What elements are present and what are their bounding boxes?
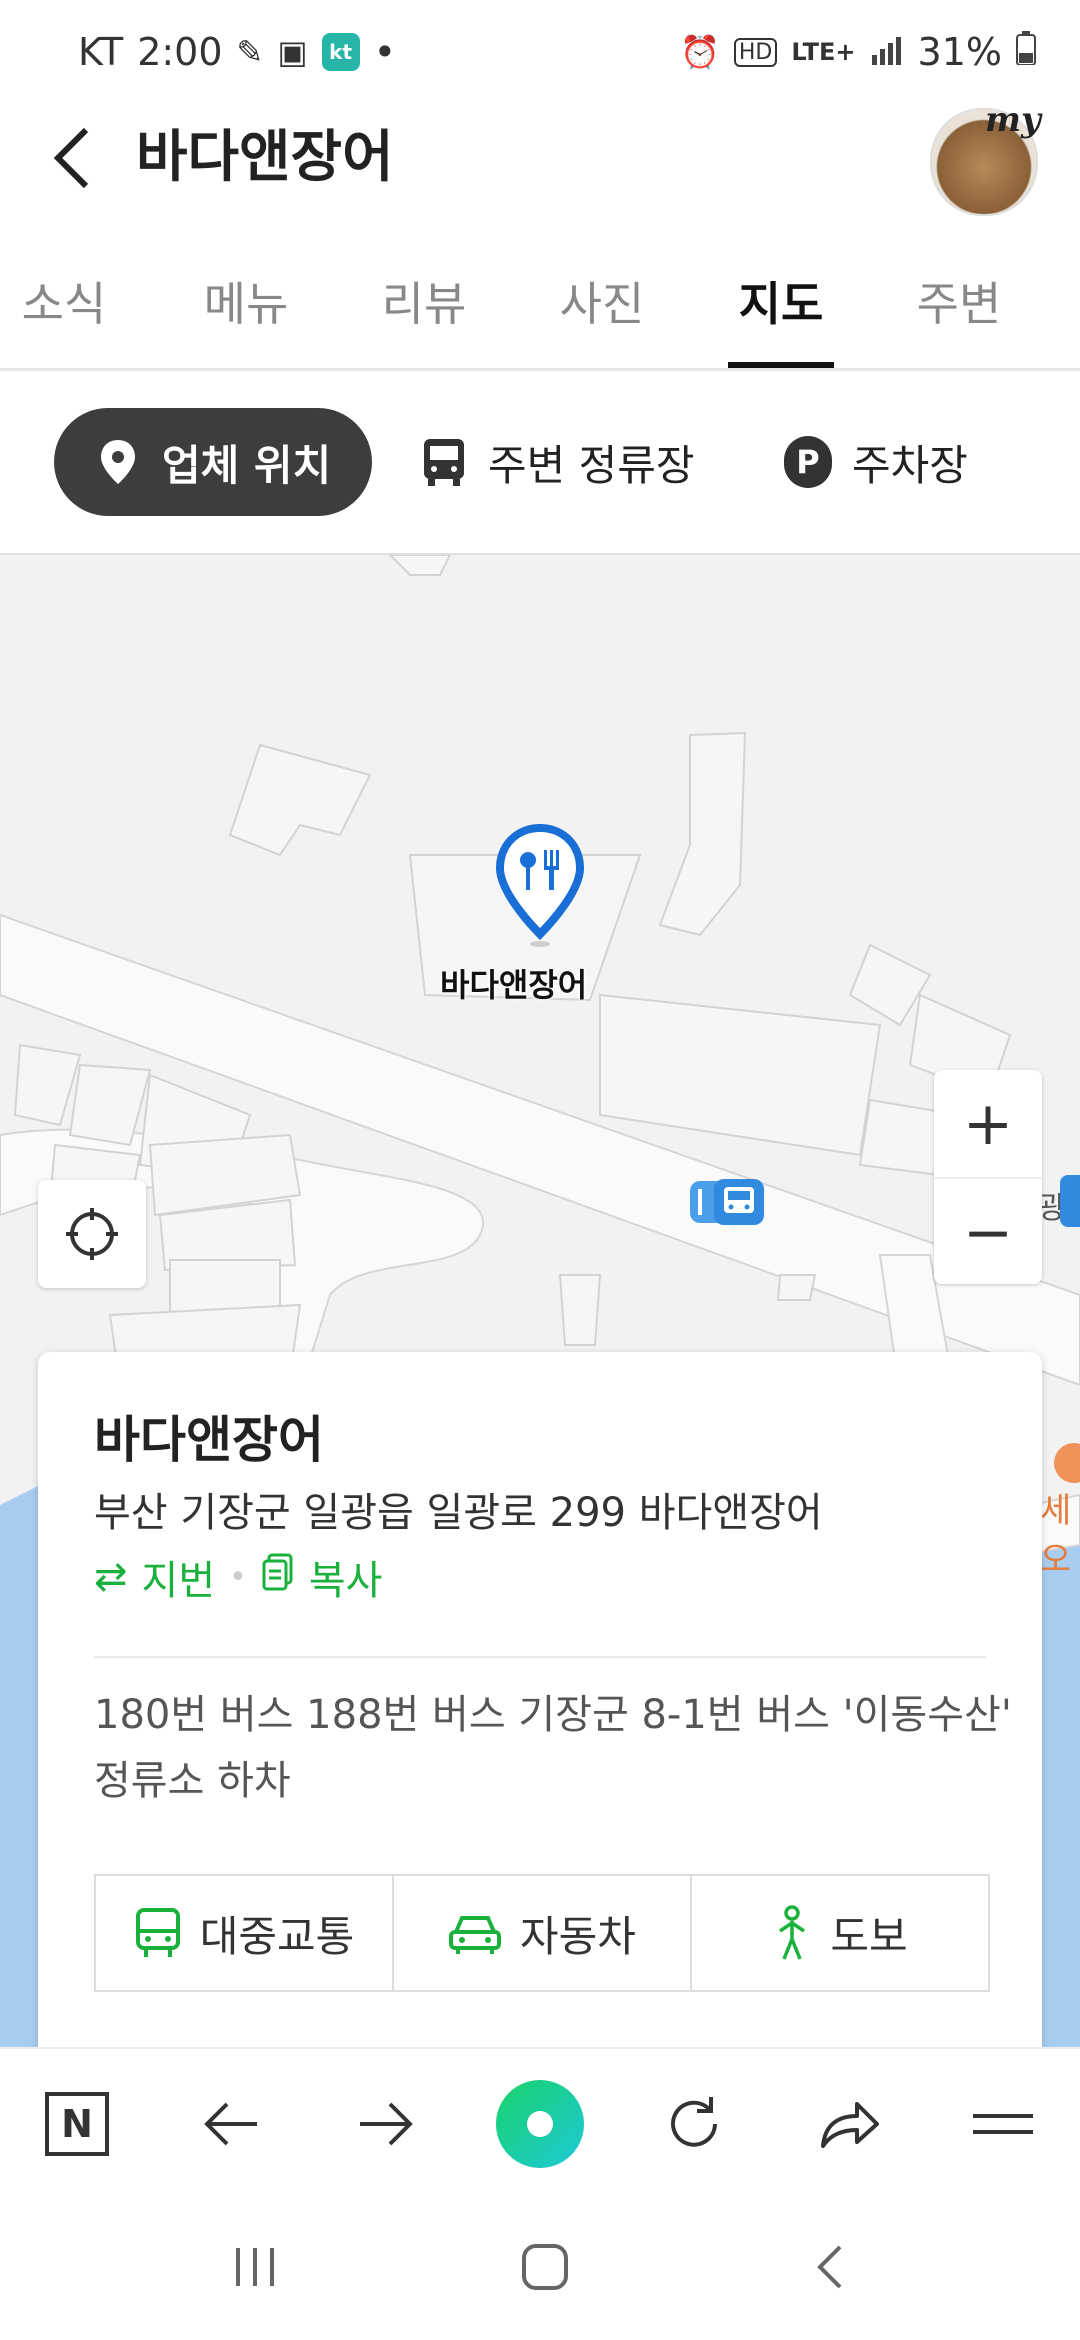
bus-icon bbox=[420, 438, 468, 486]
route-label: 자동차 bbox=[520, 1911, 636, 1961]
lot-address-button[interactable]: 지번 bbox=[142, 1548, 216, 1606]
tab-bar: 소식 메뉴 리뷰 사진 지도 주변 bbox=[0, 250, 1080, 371]
page-title: 바다앤장어 bbox=[136, 125, 394, 190]
tab-photos[interactable]: 사진 bbox=[532, 268, 672, 334]
back-icon bbox=[817, 2245, 842, 2288]
status-bar: KT 2:00 ✎ ▣ kt • ⏰ HD LTE+ 31% bbox=[0, 0, 1080, 100]
home-letter: N bbox=[61, 2102, 93, 2146]
tab-menu[interactable]: 메뉴 bbox=[176, 268, 316, 334]
status-right: ⏰ HD LTE+ 31% bbox=[680, 30, 1036, 74]
tab-reviews[interactable]: 리뷰 bbox=[354, 268, 494, 334]
battery-percent: 31% bbox=[917, 30, 1002, 74]
bus-stop-icon bbox=[690, 1179, 764, 1225]
system-nav-bar bbox=[0, 2197, 1080, 2340]
walk-button[interactable]: 도보 bbox=[692, 1876, 988, 1990]
bus-icon bbox=[135, 1908, 180, 1957]
zoom-in-button[interactable]: + bbox=[934, 1070, 1042, 1179]
active-tab-indicator bbox=[728, 362, 834, 368]
home-icon bbox=[521, 2243, 568, 2290]
place-name: 바다앤장어 bbox=[94, 1411, 324, 1469]
route-label: 대중교통 bbox=[199, 1911, 355, 1961]
back-button[interactable] bbox=[48, 118, 98, 198]
back-nav-button[interactable] bbox=[186, 2079, 276, 2169]
alarm-icon: ⏰ bbox=[680, 33, 720, 71]
battery-icon bbox=[1016, 30, 1036, 74]
swap-icon: ⇄ bbox=[94, 1554, 128, 1600]
signal-icon bbox=[870, 30, 904, 74]
pill-icon: ✎ bbox=[236, 33, 264, 71]
green-dot-button[interactable] bbox=[495, 2079, 585, 2169]
filter-business-location[interactable]: 업체 위치 bbox=[54, 408, 372, 516]
restaurant-pin[interactable] bbox=[490, 820, 590, 950]
gallery-icon: ▣ bbox=[277, 33, 308, 71]
carrier: KT bbox=[78, 30, 124, 74]
recent-apps-button[interactable] bbox=[230, 2242, 280, 2296]
zoom-out-button[interactable]: − bbox=[934, 1179, 1042, 1286]
pin-label: 바다앤장어 bbox=[440, 966, 588, 1004]
copy-icon bbox=[261, 1553, 295, 1601]
crosshair-icon bbox=[66, 1208, 118, 1260]
bus-stop-marker[interactable] bbox=[690, 1175, 764, 1227]
car-icon bbox=[449, 1916, 502, 1954]
route-options: 대중교통 자동차 도보 bbox=[94, 1874, 990, 1992]
home-button[interactable] bbox=[519, 2241, 571, 2297]
recent-apps-icon bbox=[235, 2247, 274, 2286]
address-actions: ⇄ 지번 • 복사 bbox=[94, 1548, 382, 1606]
arrow-left-icon bbox=[204, 2102, 258, 2146]
share-button[interactable] bbox=[804, 2079, 894, 2169]
filter-nearby-stops[interactable]: 주변 정류장 bbox=[420, 408, 720, 516]
share-icon bbox=[820, 2102, 879, 2148]
forward-nav-button[interactable] bbox=[341, 2079, 431, 2169]
place-address: 부산 기장군 일광읍 일광로 299 바다앤장어 bbox=[94, 1490, 823, 1536]
separator-dot: • bbox=[229, 1559, 247, 1595]
kt-app-icon: kt bbox=[321, 33, 360, 71]
network-type: LTE+ bbox=[791, 38, 856, 66]
restaurant-icon bbox=[496, 824, 584, 947]
filter-label: 주변 정류장 bbox=[488, 440, 695, 490]
zoom-controls: + − bbox=[934, 1070, 1042, 1284]
card-divider bbox=[94, 1656, 986, 1658]
route-label: 도보 bbox=[830, 1911, 908, 1961]
system-back-button[interactable] bbox=[810, 2241, 850, 2297]
green-dot-icon bbox=[495, 2080, 584, 2168]
naver-n-icon: N bbox=[45, 2092, 110, 2156]
my-location-button[interactable] bbox=[38, 1180, 146, 1288]
filter-label: 주차장 bbox=[852, 440, 968, 490]
copy-address-button[interactable]: 복사 bbox=[309, 1548, 383, 1606]
tab-news[interactable]: 소식 bbox=[0, 268, 134, 334]
walk-icon bbox=[779, 1905, 806, 1960]
status-left: KT 2:00 ✎ ▣ kt • bbox=[78, 30, 396, 74]
clock: 2:00 bbox=[137, 30, 223, 74]
hd-voice-icon: HD bbox=[733, 37, 778, 67]
menu-button[interactable] bbox=[958, 2079, 1048, 2169]
parking-icon: P bbox=[784, 436, 832, 488]
notification-dot: • bbox=[373, 30, 396, 74]
refresh-button[interactable] bbox=[649, 2079, 739, 2169]
tab-nearby[interactable]: 주변 bbox=[889, 268, 1029, 334]
filter-parking[interactable]: P 주차장 bbox=[784, 408, 1004, 516]
map-edge-label-2: 세오 bbox=[1040, 1491, 1072, 1580]
browser-toolbar: N bbox=[0, 2047, 1080, 2199]
location-pin-icon bbox=[94, 438, 142, 486]
naver-home-button[interactable]: N bbox=[32, 2079, 122, 2169]
bus-stop-marker-edge[interactable] bbox=[1060, 1175, 1080, 1227]
filter-label: 업체 위치 bbox=[162, 440, 332, 490]
chevron-left-icon bbox=[53, 127, 89, 189]
public-transit-button[interactable]: 대중교통 bbox=[96, 1876, 394, 1990]
tab-map[interactable]: 지도 bbox=[711, 268, 851, 334]
bus-directions: 180번 버스 188번 버스 기장군 8-1번 버스 '이동수산' 정류소 하… bbox=[94, 1692, 1012, 1804]
refresh-icon bbox=[671, 2097, 718, 2147]
my-label: my bbox=[985, 100, 1041, 140]
hamburger-icon bbox=[972, 2114, 1033, 2134]
arrow-right-icon bbox=[359, 2102, 413, 2146]
car-button[interactable]: 자동차 bbox=[394, 1876, 692, 1990]
place-info-card: 바다앤장어 부산 기장군 일광읍 일광로 299 바다앤장어 ⇄ 지번 • 복사… bbox=[38, 1352, 1042, 2112]
